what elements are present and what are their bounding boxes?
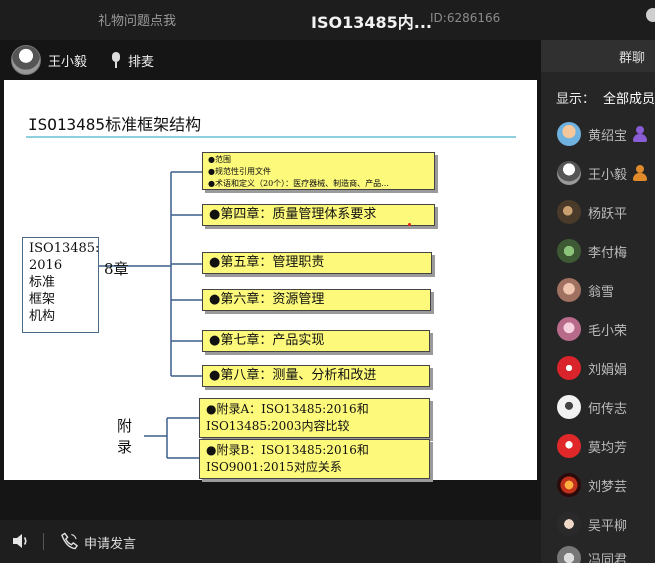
live-classroom-app: 礼物问题点我 ISO13485内... ID:6286166 王小毅 排麦 IS… — [0, 0, 655, 563]
member-item[interactable]: 莫均芳 — [557, 433, 627, 459]
root-line: 2016 — [29, 258, 63, 273]
appendix-a-node: ●附录A：ISO13485:2016和 ISO13485:2003内容比较 — [199, 398, 430, 438]
avatar — [557, 546, 581, 563]
member-name: 黄绍宝 — [588, 128, 628, 144]
member-item[interactable]: 刘娟娟 — [557, 355, 627, 381]
member-item[interactable]: 杨跃平 — [557, 199, 627, 225]
phone-icon[interactable] — [61, 532, 78, 550]
gift-help-link[interactable]: 礼物问题点我 — [98, 10, 176, 29]
avatar — [557, 278, 581, 302]
root-line: ISO13485: — [29, 241, 100, 256]
root-line: 框架 — [29, 292, 56, 307]
member-item[interactable]: 冯同君 — [557, 545, 627, 563]
appendix-b-line: ●附录B：ISO13485:2016和 — [206, 443, 369, 457]
avatar — [557, 317, 581, 341]
appendix-char: 录 — [117, 438, 133, 456]
bottom-bar: 申请发言 — [0, 520, 541, 563]
avatar — [557, 122, 581, 146]
intro-node: ●范围 ●规范性引用文件 ●术语和定义（20个）：医疗器械、制造商、产品... — [202, 152, 435, 190]
main-stage: 王小毅 排麦 ISO13485标准框架结构 ISO13485: 2016 标准 … — [0, 40, 541, 520]
member-name: 何传志 — [588, 401, 628, 417]
presenter-bar: 王小毅 排麦 — [11, 45, 154, 75]
laser-pointer-mark — [408, 223, 411, 226]
window-control-icon[interactable] — [646, 8, 655, 22]
appendix-label: 附 录 — [117, 416, 132, 458]
divider — [43, 533, 44, 550]
presenter-name: 王小毅 — [48, 54, 88, 70]
avatar — [557, 395, 581, 419]
appendix-char: 附 — [117, 417, 133, 435]
chapter-node: ●第五章：管理职责 — [202, 252, 432, 274]
member-sidebar: 群聊 显示： 全部成员 黄绍宝 王小毅 杨跃平 李付梅 翁雪 毛小荣 刘娟娟 何… — [541, 40, 655, 563]
eight-chapters-label: 8章 — [104, 260, 129, 278]
room-id: ID:6286166 — [430, 11, 501, 25]
intro-line: ●范围 — [208, 155, 231, 164]
member-name: 毛小荣 — [588, 323, 628, 339]
root-node: ISO13485: 2016 标准 框架 机构 — [22, 237, 99, 333]
root-line: 标准 — [29, 275, 56, 290]
apply-to-speak-button[interactable]: 申请发言 — [84, 533, 136, 552]
tab-group-chat[interactable]: 群聊 — [619, 47, 645, 66]
avatar — [557, 473, 581, 497]
chapter-node: ●第八章：测量、分析和改进 — [202, 365, 430, 387]
member-name: 翁雪 — [588, 284, 615, 300]
room-title: ISO13485内... — [311, 13, 432, 32]
avatar — [557, 512, 581, 536]
intro-line: ●术语和定义（20个）：医疗器械、制造商、产品... — [208, 179, 389, 188]
avatar — [557, 161, 581, 185]
member-item[interactable]: 刘梦芸 — [557, 472, 627, 498]
filter-dropdown[interactable]: 全部成员 — [603, 92, 655, 107]
presenter-avatar[interactable] — [11, 45, 41, 75]
chapter-node: ●第四章：质量管理体系要求 — [202, 204, 435, 226]
member-name: 莫均芳 — [588, 440, 628, 456]
member-name: 刘娟娟 — [588, 362, 628, 378]
appendix-a-line: ●附录A：ISO13485:2016和 — [206, 402, 369, 416]
avatar — [557, 356, 581, 380]
slide-title: ISO13485标准框架结构 — [28, 115, 202, 134]
member-item[interactable]: 何传志 — [557, 394, 627, 420]
member-role-icon — [633, 126, 648, 142]
avatar — [557, 239, 581, 263]
member-name: 杨跃平 — [588, 206, 628, 222]
sidebar-header: 群聊 — [541, 40, 655, 72]
chapter-node: ●第六章：资源管理 — [202, 289, 431, 311]
presentation-slide: ISO13485标准框架结构 ISO13485: 2016 标准 框架 机构 8… — [4, 80, 537, 480]
mic-queue-button[interactable]: 排麦 — [128, 51, 154, 70]
root-line: 机构 — [29, 309, 56, 324]
appendix-b-line: ISO9001:2015对应关系 — [206, 460, 342, 474]
filter-label: 显示： — [556, 92, 596, 107]
microphone-icon[interactable] — [109, 52, 123, 68]
speaker-icon[interactable] — [12, 533, 30, 549]
member-name: 刘梦芸 — [588, 479, 628, 495]
appendix-b-node: ●附录B：ISO13485:2016和 ISO9001:2015对应关系 — [199, 439, 430, 479]
title-underline — [26, 136, 516, 138]
member-item[interactable]: 黄绍宝 — [557, 121, 648, 147]
avatar — [557, 434, 581, 458]
appendix-a-line: ISO13485:2003内容比较 — [206, 419, 350, 433]
member-item[interactable]: 吴平柳 — [557, 511, 627, 537]
member-name: 冯同君 — [588, 552, 628, 563]
intro-line: ●规范性引用文件 — [208, 167, 271, 176]
member-item[interactable]: 翁雪 — [557, 277, 614, 303]
member-filter[interactable]: 显示： 全部成员 — [556, 88, 655, 107]
avatar — [557, 200, 581, 224]
member-name: 王小毅 — [588, 167, 628, 183]
top-bar: 礼物问题点我 ISO13485内... ID:6286166 — [0, 0, 655, 40]
chapter-node: ●第七章：产品实现 — [202, 330, 430, 352]
member-role-icon — [633, 165, 648, 181]
member-name: 李付梅 — [588, 245, 628, 261]
member-name: 吴平柳 — [588, 518, 628, 534]
member-item[interactable]: 王小毅 — [557, 160, 648, 186]
member-item[interactable]: 李付梅 — [557, 238, 627, 264]
member-item[interactable]: 毛小荣 — [557, 316, 627, 342]
